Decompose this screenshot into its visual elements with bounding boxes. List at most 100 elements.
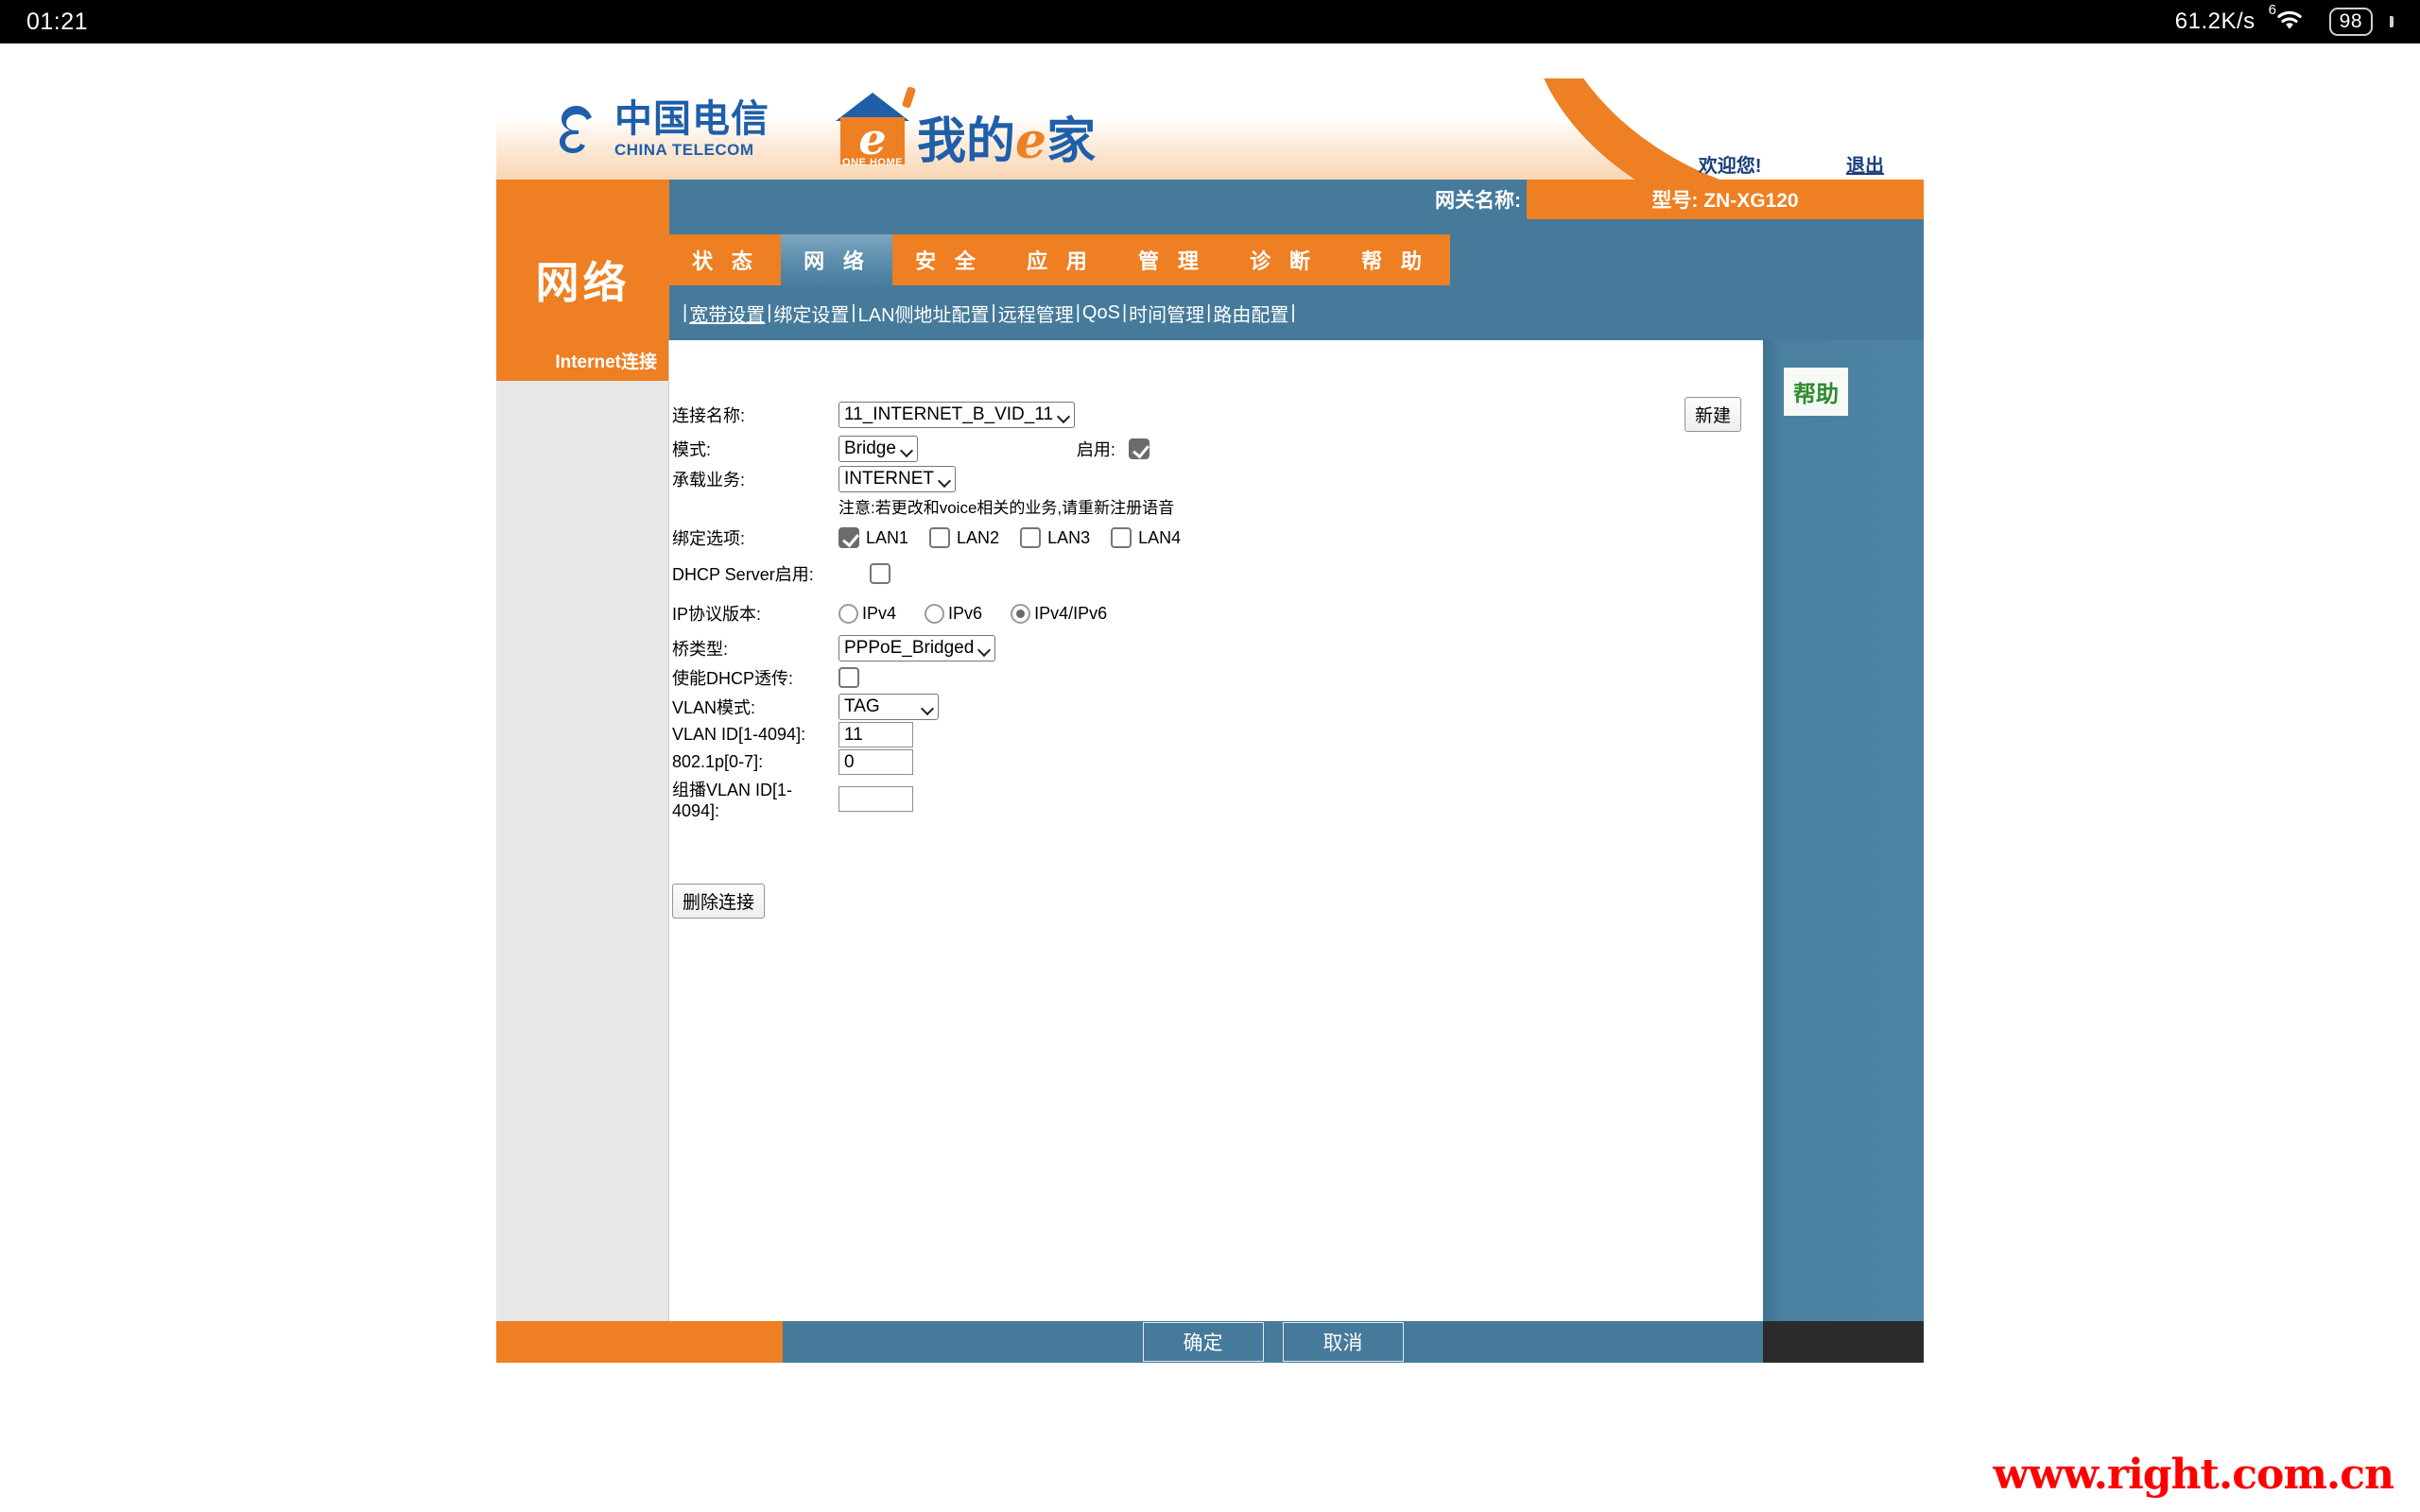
android-status-bar: 01:21 61.2K/s 6 98 xyxy=(0,0,2420,43)
bridge-type-select[interactable]: PPPoE_Bridged xyxy=(838,635,996,662)
ip-version-option-1[interactable]: IPv6 xyxy=(925,603,982,624)
ip-version-radio-1[interactable] xyxy=(925,603,945,624)
submenu-sep: | xyxy=(683,301,688,323)
new-connection-button[interactable]: 新建 xyxy=(1684,397,1741,432)
connection-name-select[interactable]: 11_INTERNET_B_VID_11 xyxy=(838,401,1076,428)
battery-level-label: 98 xyxy=(2339,10,2362,32)
row-connection-name: 连接名称: 11_INTERNET_B_VID_11 新建 xyxy=(672,397,1766,432)
navigation-right: 状 态网 络安 全应 用管 理诊 断帮 助 | 宽带设置 | 绑定设置 | LAN侧地址配… xyxy=(669,219,1924,340)
gateway-model-label: 型号: ZN-XG120 xyxy=(1527,180,1924,219)
tab-3[interactable]: 应 用 xyxy=(1004,234,1115,285)
dhcp-server-checkbox[interactable] xyxy=(870,563,890,584)
row-ip-version: IP协议版本: IPv4 IPv6 IPv4/IPv6 xyxy=(672,601,1766,626)
ip-version-radio-2[interactable] xyxy=(1011,603,1031,624)
mode-select-wrap[interactable]: Bridge xyxy=(838,436,918,462)
delete-connection-button[interactable]: 删除连接 xyxy=(672,884,766,919)
welcome-text: 欢迎您! xyxy=(1698,156,1762,177)
row-bridge-type: 桥类型: PPPoE_Bridged xyxy=(672,635,1766,662)
vlan-id-control xyxy=(838,722,1766,747)
lan-label-0: LAN1 xyxy=(866,527,909,547)
lan-option-1[interactable]: LAN2 xyxy=(929,527,999,548)
lan-checkbox-3[interactable] xyxy=(1111,527,1132,548)
ip-version-option-2[interactable]: IPv4/IPv6 xyxy=(1011,603,1108,624)
battery-tip xyxy=(2390,16,2394,27)
lan-option-3[interactable]: LAN4 xyxy=(1111,527,1181,548)
lan-checkbox-2[interactable] xyxy=(1020,527,1042,548)
row-mode: 模式: Bridge 启用: xyxy=(672,436,1766,462)
lan-checkbox-group: LAN1 LAN2 LAN3 LAN4 xyxy=(838,527,1201,548)
row-delete: 删除连接 xyxy=(672,884,1766,919)
vlan-id-input[interactable] xyxy=(838,722,913,747)
lan-checkbox-0[interactable] xyxy=(838,527,859,548)
broadband-settings-form: 连接名称: 11_INTERNET_B_VID_11 新建 模式: Bridge… xyxy=(672,397,1766,919)
submenu-sep: | xyxy=(1075,301,1080,323)
ip-version-option-0[interactable]: IPv4 xyxy=(838,603,897,624)
tab-6[interactable]: 帮 助 xyxy=(1339,234,1450,285)
gateway-bar-left-spacer xyxy=(496,180,669,219)
submenu-item-1[interactable]: 绑定设置 xyxy=(773,300,849,327)
wifi-generation-label: 6 xyxy=(2268,2,2277,18)
mcast-vlan-control xyxy=(838,786,1766,812)
submenu-item-5[interactable]: 时间管理 xyxy=(1129,300,1204,327)
row-dhcp-server: DHCP Server启用: xyxy=(672,561,1766,586)
dhcp-passthrough-checkbox[interactable] xyxy=(838,667,859,688)
tab-0[interactable]: 状 态 xyxy=(669,234,781,285)
lan-label-3: LAN4 xyxy=(1138,527,1182,547)
vlan-mode-label: VLAN模式: xyxy=(672,698,756,717)
vlan-mode-select-wrap[interactable]: TAG xyxy=(838,694,939,720)
tab-4[interactable]: 管 理 xyxy=(1115,234,1227,285)
bridge-type-select-wrap[interactable]: PPPoE_Bridged xyxy=(838,635,996,662)
row-mcast-vlan: 组播VLAN ID[1-4094]: xyxy=(672,777,1766,821)
submenu-item-3[interactable]: 远程管理 xyxy=(998,300,1074,327)
china-telecom-wordmark: 中国电信 CHINA TELECOM xyxy=(614,100,769,158)
mode-label: 模式: xyxy=(672,440,712,459)
battery-icon: 98 xyxy=(2328,8,2373,36)
row-dhcp-passthrough: 使能DHCP透传: xyxy=(672,665,1766,690)
lan-option-0[interactable]: LAN1 xyxy=(838,527,908,548)
p8021p-control xyxy=(838,749,1766,775)
row-note: 注意:若更改和voice相关的业务,请重新注册语音 xyxy=(672,494,1766,518)
vlan-mode-select[interactable]: TAG xyxy=(838,694,939,720)
cancel-button[interactable]: 取消 xyxy=(1282,1322,1404,1362)
tab-2[interactable]: 安 全 xyxy=(892,234,1004,285)
submenu-item-6[interactable]: 路由配置 xyxy=(1213,300,1288,327)
help-button[interactable]: 帮助 xyxy=(1784,368,1848,416)
service-control: INTERNET xyxy=(838,466,1766,492)
site-watermark: www.right.com.cn xyxy=(1993,1451,2394,1499)
mcast-vlan-input[interactable] xyxy=(838,786,913,812)
row-8021p: 802.1p[0-7]: xyxy=(672,749,1766,775)
connection-name-select-wrap[interactable]: 11_INTERNET_B_VID_11 xyxy=(838,401,1076,428)
lan-checkbox-1[interactable] xyxy=(929,527,951,548)
ip-version-label-0: IPv4 xyxy=(862,603,897,623)
connection-name-control: 11_INTERNET_B_VID_11 新建 xyxy=(838,397,1766,432)
note-control: 注意:若更改和voice相关的业务,请重新注册语音 xyxy=(838,494,1766,518)
p8021p-input[interactable] xyxy=(838,749,913,775)
sidebar-item-internet-connection[interactable]: Internet连接 xyxy=(496,340,668,381)
network-speed-text: 61.2K/s xyxy=(2174,9,2256,34)
bind-options-control: LAN1 LAN2 LAN3 LAN4 xyxy=(838,527,1766,548)
ok-button[interactable]: 确定 xyxy=(1142,1322,1264,1362)
logout-link[interactable]: 退出 xyxy=(1846,156,1884,177)
submenu-item-2[interactable]: LAN侧地址配置 xyxy=(858,300,990,327)
submenu-sep: | xyxy=(851,301,856,323)
enable-label: 启用: xyxy=(1076,440,1115,459)
router-admin-page: 中国电信 CHINA TELECOM e ONE HOME 我的e家 欢迎您! xyxy=(496,78,1924,1376)
voice-service-note: 注意:若更改和voice相关的业务,请重新注册语音 xyxy=(838,499,1175,517)
ip-version-label-2: IPv4/IPv6 xyxy=(1034,603,1108,623)
submenu-sep: | xyxy=(1290,301,1296,323)
ip-version-control: IPv4 IPv6 IPv4/IPv6 xyxy=(838,603,1766,624)
tab-5[interactable]: 诊 断 xyxy=(1227,234,1339,285)
enable-checkbox[interactable] xyxy=(1128,438,1150,459)
submenu-item-4[interactable]: QoS xyxy=(1082,302,1120,324)
lan-option-2[interactable]: LAN3 xyxy=(1020,527,1090,548)
service-select[interactable]: INTERNET xyxy=(838,466,956,492)
mcast-vlan-label: 组播VLAN ID[1-4094]: xyxy=(672,781,793,820)
service-select-wrap[interactable]: INTERNET xyxy=(838,466,956,492)
dhcp-server-label: DHCP Server启用: xyxy=(672,565,814,584)
tab-1[interactable]: 网 络 xyxy=(781,234,892,285)
submenu-item-0[interactable]: 宽带设置 xyxy=(689,300,765,327)
p8021p-label: 802.1p[0-7]: xyxy=(672,752,764,771)
status-clock: 01:21 xyxy=(26,8,89,35)
ip-version-radio-0[interactable] xyxy=(838,603,858,624)
mode-select[interactable]: Bridge xyxy=(838,436,918,462)
